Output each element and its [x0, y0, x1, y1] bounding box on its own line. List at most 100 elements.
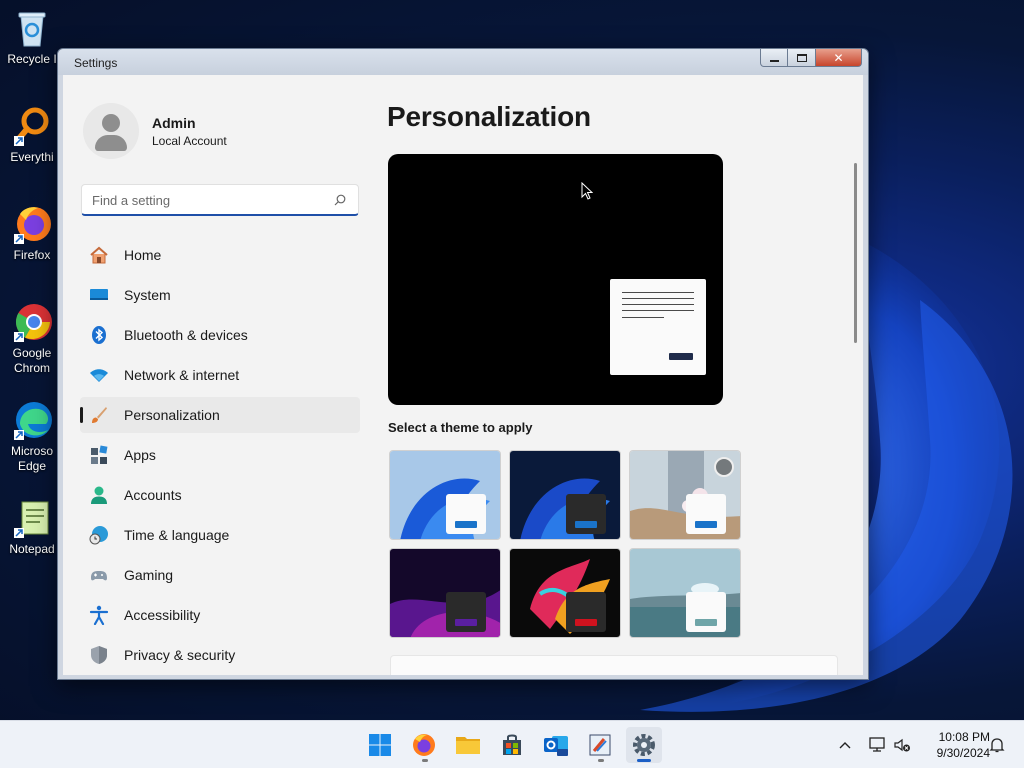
page-title: Personalization	[387, 101, 591, 132]
sidebar-item-network[interactable]: Network & internet	[80, 357, 360, 393]
desktop-icon-label: Notepad	[9, 542, 55, 556]
title-bar[interactable]: Settings ✕	[58, 49, 868, 75]
theme-accent-swatch	[455, 521, 477, 528]
scrollbar[interactable]	[854, 163, 857, 343]
theme-preview-window	[566, 592, 606, 632]
home-icon	[90, 246, 108, 264]
theme-captured-motion[interactable]	[509, 548, 621, 638]
theme-preview	[388, 154, 723, 405]
sidebar-item-accounts[interactable]: Accounts	[80, 477, 360, 513]
theme-preview-window	[446, 494, 486, 534]
settings-window: Settings ✕ Admin Local Account Find a se…	[57, 48, 869, 680]
preview-line	[622, 304, 694, 305]
theme-preview-window	[686, 592, 726, 632]
theme-preview-window	[566, 494, 606, 534]
user-name: Admin	[152, 115, 196, 131]
desktop-icon-label: Microso Edge	[10, 444, 53, 473]
settings-card-partial[interactable]	[390, 655, 838, 675]
sidebar-item-personalization[interactable]: Personalization	[80, 397, 360, 433]
search-box[interactable]	[81, 184, 359, 216]
bluetooth-icon	[92, 326, 106, 344]
avatar-head-shape	[102, 114, 120, 132]
globe-clock-icon	[89, 526, 108, 545]
taskbar-paint[interactable]	[582, 727, 618, 763]
theme-windows-dark[interactable]	[509, 450, 621, 540]
volume-button[interactable]	[890, 721, 914, 768]
taskbar-clock[interactable]: 10:08 PM 9/30/2024	[918, 729, 990, 761]
close-button[interactable]: ✕	[816, 49, 862, 67]
taskbar-store[interactable]	[494, 727, 530, 763]
sidebar-item-accessibility[interactable]: Accessibility	[80, 597, 360, 633]
window-controls: ✕	[760, 49, 862, 67]
theme-preview-window	[446, 592, 486, 632]
desktop-icon-everything[interactable]: Everythi	[4, 106, 60, 165]
theme-glow[interactable]	[389, 548, 501, 638]
taskbar: 10:08 PM 9/30/2024	[0, 720, 1024, 768]
chevron-up-icon	[839, 742, 851, 749]
sidebar-item-label: Bluetooth & devices	[124, 327, 248, 343]
sidebar-item-label: Time & language	[124, 527, 230, 543]
sidebar-item-label: Accessibility	[124, 607, 201, 623]
theme-accent-swatch	[455, 619, 477, 626]
sidebar-item-time-language[interactable]: Time & language	[80, 517, 360, 553]
desktop-icon-chrome[interactable]: Google Chrom	[4, 302, 60, 376]
minimize-button[interactable]	[760, 49, 788, 67]
desktop-icon-label: Recycle I	[7, 52, 57, 66]
taskbar-file-explorer[interactable]	[450, 727, 486, 763]
slideshow-icon	[714, 457, 734, 477]
sidebar-item-label: Personalization	[124, 407, 220, 423]
show-hidden-icons-button[interactable]	[834, 721, 856, 768]
taskbar-outlook[interactable]	[538, 727, 574, 763]
maximize-button[interactable]	[788, 49, 816, 67]
desktop-icon-firefox[interactable]: Firefox	[4, 204, 60, 263]
sidebar-item-label: Accounts	[124, 487, 182, 503]
network-status-button[interactable]	[864, 721, 890, 768]
theme-flow[interactable]	[629, 548, 741, 638]
sidebar-item-home[interactable]: Home	[80, 237, 360, 273]
clock-date: 9/30/2024	[936, 746, 990, 760]
theme-accent-swatch	[695, 619, 717, 626]
desktop-icon-edge[interactable]: Microso Edge	[4, 400, 60, 474]
volume-muted-icon	[894, 738, 910, 752]
theme-spotlight[interactable]	[629, 450, 741, 540]
desktop-icon-recycle-bin[interactable]: Recycle I	[4, 8, 60, 67]
mouse-cursor-icon	[581, 182, 593, 200]
sidebar-item-bluetooth[interactable]: Bluetooth & devices	[80, 317, 360, 353]
gamepad-icon	[91, 571, 107, 581]
firefox-icon	[12, 204, 52, 244]
sidebar-item-privacy-security[interactable]: Privacy & security	[80, 637, 360, 673]
desktop-icon-label: Firefox	[13, 248, 51, 262]
taskbar-firefox[interactable]	[406, 727, 442, 763]
sidebar-item-gaming[interactable]: Gaming	[80, 557, 360, 593]
paint-icon	[589, 734, 611, 756]
sidebar-item-apps[interactable]: Apps	[80, 437, 360, 473]
avatar[interactable]	[83, 103, 139, 159]
preview-window-card	[610, 279, 706, 375]
sidebar-item-system[interactable]: System	[80, 277, 360, 313]
theme-windows-light[interactable]	[389, 450, 501, 540]
system-display-icon	[90, 289, 108, 300]
preview-button	[669, 353, 693, 360]
close-icon: ✕	[833, 50, 844, 65]
shield-icon	[91, 646, 107, 664]
firefox-icon	[413, 734, 435, 756]
minimize-icon	[769, 59, 779, 62]
notepad-icon	[12, 498, 52, 538]
edge-icon	[12, 400, 52, 440]
clock-time: 10:08 PM	[938, 730, 990, 744]
preview-line	[622, 298, 694, 299]
theme-accent-swatch	[575, 521, 597, 528]
notifications-button[interactable]	[986, 721, 1008, 768]
start-button[interactable]	[362, 727, 398, 763]
search-icon	[334, 194, 346, 206]
bell-icon	[989, 738, 1005, 753]
avatar-body-shape	[95, 135, 127, 151]
desktop-icon-notepad[interactable]: Notepad	[4, 498, 60, 557]
search-input[interactable]	[92, 191, 322, 209]
settings-icon	[633, 734, 655, 756]
theme-accent-swatch	[695, 521, 717, 528]
taskbar-settings[interactable]	[626, 727, 662, 763]
start-icon	[369, 734, 391, 756]
file-explorer-icon	[456, 737, 480, 754]
preview-line	[622, 310, 694, 311]
